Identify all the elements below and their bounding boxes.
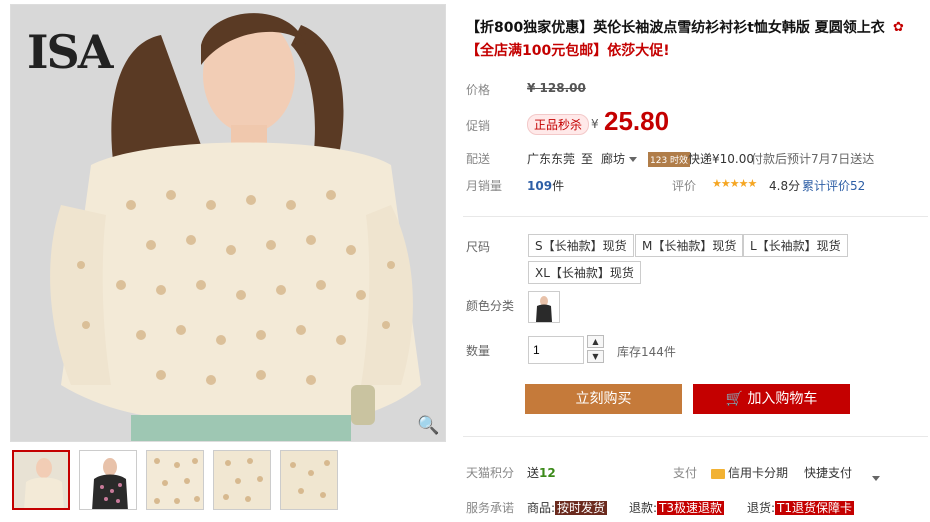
color-label: 颜色分类 [466, 299, 515, 313]
size-option-l[interactable]: L【长袖款】现货 [743, 234, 848, 257]
rating-stars-icon: ★★★★★ [712, 177, 757, 190]
size-option-m[interactable]: M【长袖款】现货 [635, 234, 744, 257]
service-goods: 商品: 按时发货 [527, 499, 608, 516]
ship-to-select[interactable]: 廊坊 [601, 150, 637, 167]
chevron-down-icon [628, 157, 637, 162]
review-count-link[interactable]: 累计评价52 [802, 177, 865, 194]
monthly-sales-unit: 件 [552, 179, 565, 193]
monthly-sales: 109件 [527, 177, 564, 194]
service-refund-tag[interactable]: T3极速退款 [657, 501, 725, 515]
add-to-cart-button[interactable]: 🛒 加入购物车 [693, 384, 850, 414]
quantity-input[interactable] [528, 336, 584, 364]
payment-label: 支付 [673, 466, 698, 480]
product-title[interactable]: 【折800独家优惠】英伦长袖波点雪纺衫衬衫t恤女韩版 夏圆领上衣 [466, 18, 924, 38]
thumbnail-image [147, 451, 203, 509]
flash-sale-badge: 正品秒杀 [527, 114, 590, 135]
quantity-decrease-button[interactable]: ▼ [587, 350, 604, 363]
flower-icon: ✿ [893, 20, 904, 35]
divider [463, 436, 928, 437]
thumbnail-strip [12, 450, 352, 516]
thumbnail-4[interactable] [213, 450, 271, 510]
service-refund: 退款: T3极速退款 [629, 499, 725, 516]
service-refund-label: 退款: [629, 501, 658, 515]
shipping-eta: 付款后预计7月7日送达 [751, 152, 875, 166]
chevron-down-icon[interactable] [872, 468, 880, 487]
monthly-sales-value: 109 [527, 179, 553, 193]
thumbnail-5[interactable] [280, 450, 338, 510]
credit-installment-label: 信用卡分期 [728, 466, 789, 480]
original-price: ¥ 128.00 [527, 81, 586, 95]
service-return: 退货: T1退货保障卡 [747, 499, 855, 516]
points-prefix: 送 [527, 466, 540, 480]
promo-label: 促销 [466, 119, 491, 133]
thumbnail-image [214, 451, 270, 509]
color-swatch-image [529, 292, 559, 322]
main-product-image[interactable]: ISA 🔍 [10, 4, 446, 442]
quick-pay[interactable]: 快捷支付 [804, 464, 852, 481]
thumbnail-image [80, 451, 136, 509]
size-option-s[interactable]: S【长袖款】现货 [528, 234, 634, 257]
size-option-xl[interactable]: XL【长袖款】现货 [528, 261, 641, 284]
rating-score: 4.8分 [769, 179, 801, 193]
service-return-tag[interactable]: T1退货保障卡 [775, 501, 855, 515]
store-promo[interactable]: 【全店满100元包邮】依莎大促! [466, 40, 670, 60]
credit-installment[interactable]: 信用卡分期 [711, 464, 788, 481]
thumbnail-image [281, 451, 337, 509]
service-label: 服务承诺 [466, 501, 515, 515]
thumbnail-3[interactable] [146, 450, 204, 510]
quantity-increase-button[interactable]: ▲ [587, 335, 604, 348]
brand-logo: ISA [27, 25, 113, 79]
thumbnail-image [14, 452, 68, 508]
sale-price: 25.80 [604, 106, 670, 136]
size-label: 尺码 [466, 240, 491, 254]
cart-icon: 🛒 [725, 391, 743, 407]
add-to-cart-label: 加入购物车 [747, 391, 818, 407]
points-value: 12 [539, 466, 556, 480]
buy-now-button[interactable]: 立刻购买 [525, 384, 682, 414]
stock-text: 库存144件 [617, 345, 676, 359]
quick-pay-label: 快捷支付 [804, 466, 853, 480]
thumbnail-2[interactable] [79, 450, 137, 510]
points: 送12 [527, 464, 556, 481]
rating-label: 评价 [672, 179, 697, 193]
currency-symbol: ¥ [591, 117, 599, 131]
service-return-label: 退货: [747, 501, 776, 515]
monthly-sales-label: 月销量 [466, 179, 503, 193]
ship-from: 广东东莞 [527, 152, 576, 166]
service-goods-tag[interactable]: 按时发货 [555, 501, 608, 515]
color-option-swatch[interactable] [528, 291, 560, 323]
thumbnail-1[interactable] [12, 450, 70, 510]
shipping-label: 配送 [466, 152, 491, 166]
magnifier-icon[interactable]: 🔍 [417, 415, 439, 437]
price-label: 价格 [466, 83, 491, 97]
credit-card-icon [711, 468, 725, 479]
ship-to-word: 至 [581, 152, 594, 166]
shipping-fee: 快递¥10.00 [688, 152, 754, 166]
divider [463, 216, 928, 217]
quantity-label: 数量 [466, 344, 491, 358]
delivery-time-badge: 123 时效 [648, 152, 691, 167]
points-label: 天猫积分 [466, 466, 515, 480]
service-goods-label: 商品: [527, 501, 556, 515]
ship-to-city: 廊坊 [601, 152, 626, 166]
